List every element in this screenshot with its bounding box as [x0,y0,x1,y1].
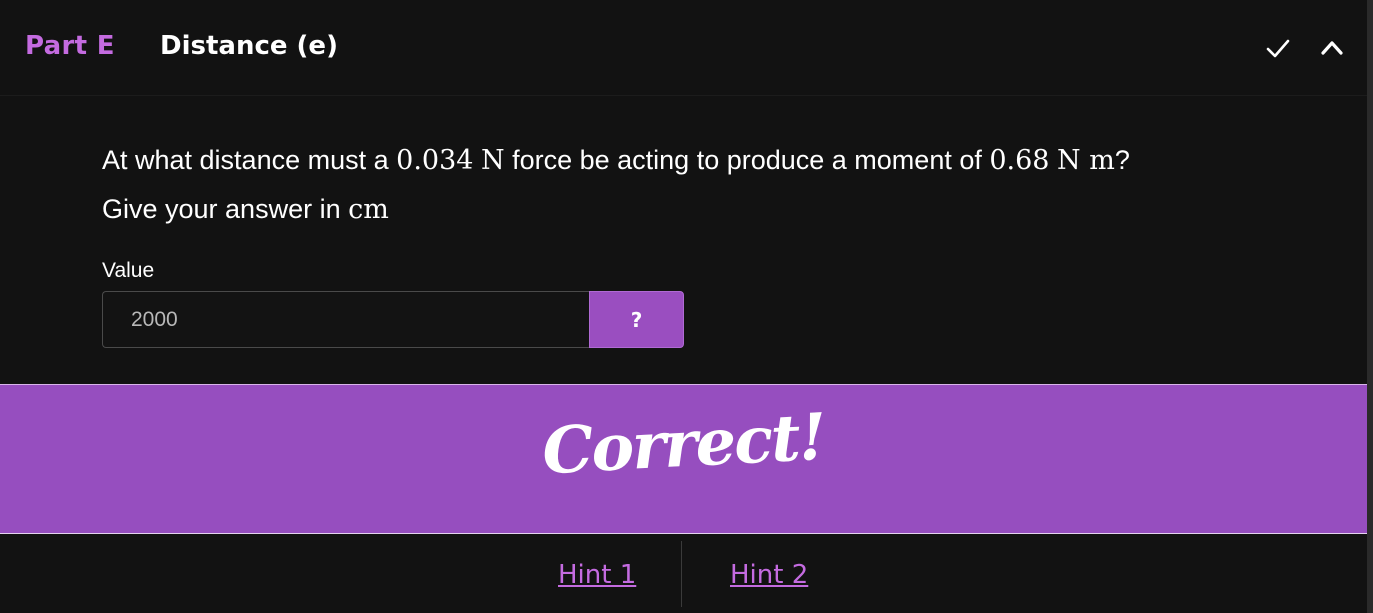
question-text: At what distance must a 0.034 N force be… [102,136,1130,234]
hint-2-link[interactable]: Hint 2 [730,560,808,590]
answer-input-group: ? [102,291,684,348]
feedback-banner: Correct! [0,384,1367,534]
scrollbar[interactable] [1367,0,1373,613]
question-line-1: At what distance must a 0.034 N force be… [102,136,1130,185]
force-unit: N [480,145,505,176]
question-line-2: Give your answer in cm [102,185,1130,234]
hint-divider [681,541,682,607]
answer-unit: cm [348,194,389,225]
question-text-part: Give your answer in [102,194,349,224]
part-header[interactable]: Part E Distance (e) [0,0,1367,96]
moment-unit: N m [1057,145,1115,176]
feedback-text: Correct! [540,399,827,490]
value-input[interactable] [102,291,589,348]
question-panel: Part E Distance (e) At what distance mus… [0,0,1367,613]
question-mark: ? [1114,145,1130,175]
part-label: Part E [25,31,115,61]
value-label: Value [102,259,155,282]
check-icon [1264,34,1292,62]
question-text-part: At what distance must a [102,145,397,175]
hint-1-link[interactable]: Hint 1 [558,560,636,590]
force-value: 0.034 [396,145,474,176]
part-title: Distance (e) [160,31,338,61]
help-button[interactable]: ? [589,291,684,348]
moment-value: 0.68 [989,145,1050,176]
question-text-part: force be acting to produce a moment of [504,145,990,175]
chevron-up-icon[interactable] [1318,34,1346,62]
